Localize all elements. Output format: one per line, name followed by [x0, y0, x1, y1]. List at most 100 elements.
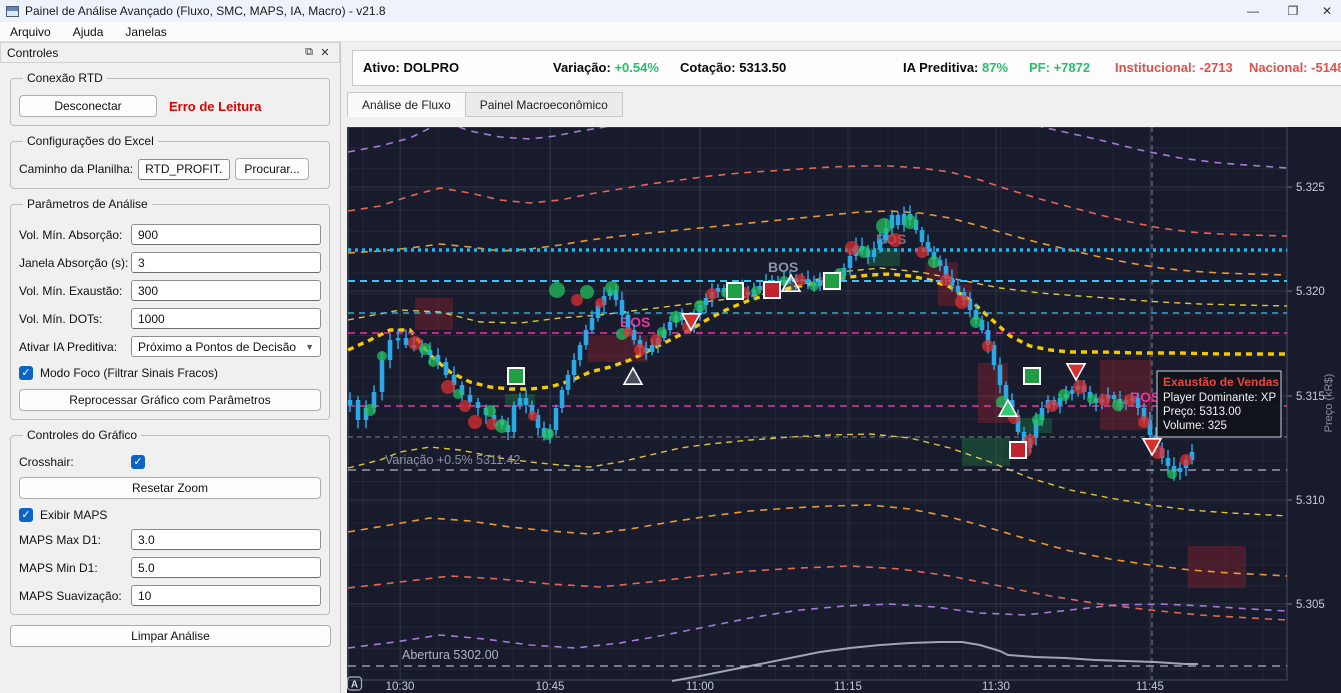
buy-signal-dot: [1058, 389, 1070, 401]
flow-chart[interactable]: BOSBOSBOSBOSVariação +0.5% 5311.42Abertu…: [346, 95, 1341, 693]
limpar-analise-button[interactable]: Limpar Análise: [10, 625, 331, 647]
sell-signal-dot: [888, 233, 902, 247]
candle-body: [1177, 468, 1183, 472]
y-tick-label: 5.305: [1296, 599, 1325, 611]
sell-signal-dot: [468, 415, 482, 429]
title-bar: Painel de Análise Avançado (Fluxo, SMC, …: [0, 0, 1341, 22]
sell-signal-dot: [1046, 400, 1058, 412]
maps-suavizacao-input[interactable]: [131, 585, 321, 606]
exibir-maps-checkbox[interactable]: ✓: [19, 508, 33, 522]
candle-body: [997, 365, 1003, 385]
buy-signal-dot: [484, 405, 496, 417]
candle-body: [955, 286, 961, 292]
crosshair-checkbox[interactable]: ✓: [131, 455, 145, 469]
reset-zoom-button[interactable]: Resetar Zoom: [19, 477, 321, 499]
chevron-down-icon: ▼: [305, 341, 314, 352]
modo-foco-label: Modo Foco (Filtrar Sinais Fracos): [40, 366, 219, 380]
group-controles-grafico: Controles do Gráfico Crosshair: ✓ Reseta…: [10, 428, 330, 615]
maps-min-d1-input[interactable]: [131, 557, 321, 578]
buy-signal-dot: [419, 343, 431, 355]
candle-body: [649, 345, 655, 352]
buy-signal-dot: [580, 285, 594, 299]
close-button[interactable]: ✕: [1313, 0, 1341, 22]
orderblock-sell-zone: [1188, 546, 1246, 588]
vol-min-absorcao-input[interactable]: [131, 224, 321, 245]
ativo-value: DOLPRO: [403, 60, 460, 75]
pf-value: +7872: [1053, 60, 1091, 75]
group-title: Controles do Gráfico: [27, 428, 138, 442]
sell-signal-dot: [982, 340, 994, 352]
modo-foco-checkbox[interactable]: ✓: [19, 366, 33, 380]
price-chart-svg[interactable]: BOSBOSBOSBOSVariação +0.5% 5311.42Abertu…: [346, 95, 1341, 693]
ia-preditiva-select[interactable]: Próximo a Pontos de Decisão ▼: [131, 336, 321, 357]
sell-signal-dot: [595, 298, 605, 308]
buy-signal-dot: [364, 404, 376, 416]
candle-body: [443, 362, 449, 375]
crosshair-label: Crosshair:: [19, 455, 74, 469]
candle-body: [379, 360, 385, 392]
panel-title: Controles: [7, 45, 59, 60]
sell-signal-dot: [955, 295, 969, 309]
candle-body: [403, 338, 409, 345]
janela-absorcao-input[interactable]: [131, 252, 321, 273]
vol-min-dots-input[interactable]: [131, 308, 321, 329]
buy-signal-dot: [1032, 414, 1044, 426]
buy-signal-dot: [657, 327, 667, 337]
candle-body: [583, 330, 589, 345]
candle-body: [1111, 395, 1117, 399]
candle-body: [565, 375, 571, 390]
browse-button[interactable]: Procurar...: [235, 158, 310, 180]
restore-button[interactable]: ❐: [1273, 0, 1313, 22]
close-panel-icon[interactable]: ✕: [317, 46, 333, 59]
candle-body: [871, 250, 877, 257]
spreadsheet-path-input[interactable]: [138, 158, 231, 180]
candle-body: [895, 215, 901, 225]
disconnect-button[interactable]: Desconectar: [19, 95, 157, 117]
maps-max-d1-input[interactable]: [131, 529, 321, 550]
buy-signal-dot: [670, 311, 682, 323]
sell-signal-dot: [1098, 394, 1110, 406]
tab-analise-de-fluxo[interactable]: Análise de Fluxo: [347, 92, 466, 117]
nacional-value: -5148: [1311, 60, 1341, 75]
sell-signal-dot: [1073, 380, 1087, 394]
chart-annotation: Abertura 5302.00: [402, 648, 499, 662]
info-bar: Ativo: DOLPRO Variação: +0.54% Cotação: …: [352, 50, 1341, 86]
buy-square-marker: [507, 367, 525, 385]
orderblock-buy-zone: [962, 438, 1010, 466]
dock-header: Controles ⧉ ✕: [0, 42, 340, 63]
buy-signal-dot: [549, 282, 565, 298]
exibir-maps-label: Exibir MAPS: [40, 508, 108, 522]
sell-signal-dot: [845, 241, 859, 255]
sell-signal-dot: [441, 380, 455, 394]
field-label: Janela Absorção (s):: [19, 255, 129, 270]
group-title: Conexão RTD: [27, 71, 103, 85]
candle-body: [355, 400, 361, 420]
candle-body: [467, 395, 473, 402]
controls-panel: Controles ⧉ ✕ Conexão RTD Desconectar Er…: [0, 42, 341, 693]
vol-min-exaustao-input[interactable]: [131, 280, 321, 301]
tab-painel-macroeconomico[interactable]: Painel Macroeconômico: [465, 92, 623, 117]
candle-body: [589, 318, 595, 330]
minimize-button[interactable]: —: [1233, 0, 1273, 22]
menu-arquivo[interactable]: Arquivo: [10, 25, 51, 39]
menu-janelas[interactable]: Janelas: [125, 25, 166, 39]
pf-item: PF: +7872: [1029, 60, 1091, 75]
field-label: Vol. Mín. Exaustão:: [19, 283, 123, 298]
menu-ajuda[interactable]: Ajuda: [73, 25, 104, 39]
ia-preditiva-value: Próximo a Pontos de Decisão: [138, 339, 297, 354]
buy-signal-dot: [542, 428, 554, 440]
candle-body: [1069, 390, 1075, 394]
candle-body: [475, 402, 481, 408]
candle-body: [523, 398, 529, 405]
candle-body: [877, 240, 883, 250]
candle-body: [1135, 398, 1141, 408]
candle-body: [847, 256, 853, 268]
reprocess-button[interactable]: Reprocessar Gráfico com Parâmetros: [19, 389, 321, 411]
field-label: MAPS Min D1:: [19, 560, 98, 575]
buy-square-marker: [823, 272, 841, 290]
candle-body: [559, 390, 565, 408]
float-panel-icon[interactable]: ⧉: [301, 46, 317, 59]
candle-body: [667, 322, 673, 330]
cotacao-item: Cotação: 5313.50: [680, 60, 787, 75]
x-tick-label: 11:30: [982, 681, 1010, 693]
